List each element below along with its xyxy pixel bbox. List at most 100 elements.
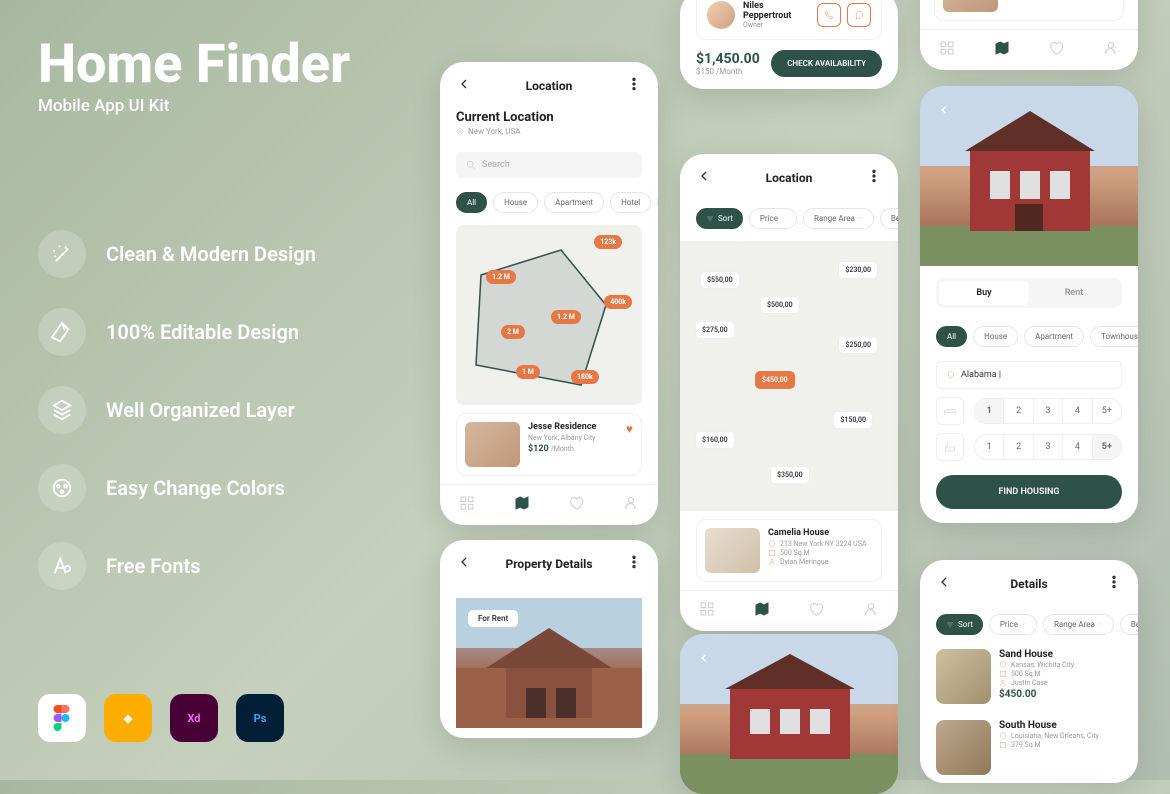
- filter-price[interactable]: Price: [989, 614, 1037, 635]
- map-pin[interactable]: 1.2 M: [486, 270, 516, 284]
- back-button[interactable]: [932, 98, 956, 122]
- price-marker[interactable]: $160,00: [695, 431, 735, 449]
- nav-home-icon[interactable]: [699, 601, 715, 621]
- bottom-nav: [920, 29, 1138, 70]
- map-pin[interactable]: 2 M: [501, 325, 525, 339]
- map-pin[interactable]: 1.2 M: [551, 310, 581, 324]
- toggle-buy[interactable]: Buy: [939, 281, 1029, 305]
- map-view[interactable]: $550,00 $230,00 $500,00 $275,00 $250,00 …: [680, 241, 898, 511]
- num-option[interactable]: 5+: [1093, 435, 1121, 459]
- chip-house[interactable]: House: [973, 326, 1018, 347]
- back-button[interactable]: [456, 554, 472, 574]
- num-option[interactable]: 1: [975, 435, 1004, 459]
- property-card[interactable]: Jesse Residence New York, Albany City $1…: [456, 413, 642, 476]
- nav-profile-icon[interactable]: [623, 495, 639, 515]
- num-option[interactable]: 4: [1063, 435, 1092, 459]
- price-marker[interactable]: $230,00: [838, 261, 878, 279]
- property-location: New York, Albany City: [528, 434, 618, 442]
- filter-range[interactable]: Range Area: [803, 208, 874, 229]
- nav-map-icon[interactable]: [994, 40, 1010, 60]
- price-marker[interactable]: $500,00: [760, 296, 800, 314]
- chip-apartment[interactable]: Apartment: [1024, 326, 1084, 347]
- hero-subtitle: Mobile App UI Kit: [38, 96, 350, 116]
- back-button[interactable]: [936, 574, 952, 594]
- favorite-icon[interactable]: ♥: [626, 422, 633, 467]
- price-marker[interactable]: $150,00: [833, 411, 873, 429]
- price-marker[interactable]: $550,00: [700, 271, 740, 289]
- num-option[interactable]: 1: [975, 399, 1004, 423]
- location-input[interactable]: Alabama |: [936, 361, 1122, 389]
- map-pin[interactable]: 1 M: [516, 365, 540, 379]
- property-thumbnail: [936, 720, 991, 775]
- chip-all[interactable]: All: [936, 326, 967, 347]
- num-option[interactable]: 2: [1004, 399, 1033, 423]
- category-chips: All House Apartment Hotel Condo: [440, 186, 658, 219]
- list-item[interactable]: Sand House Kansas, Wichita City 500 Sq.M…: [920, 641, 1138, 712]
- more-button[interactable]: [866, 168, 882, 188]
- num-option[interactable]: 3: [1034, 399, 1063, 423]
- property-card[interactable]: Camelia House 213 New York NY 3224 USA 5…: [696, 519, 882, 582]
- screen-title: Details: [1010, 577, 1047, 591]
- filter-bedroom[interactable]: Bedroom: [880, 208, 898, 229]
- num-option[interactable]: 2: [1004, 435, 1033, 459]
- screen-title: Location: [766, 171, 813, 185]
- filter-range[interactable]: Range Area: [1043, 614, 1114, 635]
- nav-profile-icon[interactable]: [1103, 40, 1119, 60]
- property-card[interactable]: New York, Albany City $120 /Month ♥: [934, 0, 1124, 21]
- screen-title: Location: [526, 79, 573, 93]
- owner-card[interactable]: Niles Peppertrout Owner: [696, 0, 882, 40]
- nav-profile-icon[interactable]: [863, 601, 879, 621]
- more-button[interactable]: [1106, 574, 1122, 594]
- back-button[interactable]: [696, 168, 712, 188]
- find-housing-button[interactable]: FIND HOUSING: [936, 475, 1122, 509]
- map-pin[interactable]: 400k: [604, 295, 632, 309]
- feature-item: Well Organized Layer: [38, 386, 316, 434]
- toggle-rent[interactable]: Rent: [1029, 281, 1119, 305]
- nav-heart-icon[interactable]: [1048, 40, 1064, 60]
- more-button[interactable]: [626, 76, 642, 96]
- nav-heart-icon[interactable]: [808, 601, 824, 621]
- screen-house-hero-2: [680, 634, 898, 794]
- filter-price[interactable]: Price: [749, 208, 797, 229]
- list-item[interactable]: South House Louisiana, New Orleans, City…: [920, 712, 1138, 783]
- search-input[interactable]: Search: [456, 152, 642, 178]
- chip-hotel[interactable]: Hotel: [610, 192, 651, 213]
- chip-condo[interactable]: Condo: [657, 192, 658, 213]
- nav-home-icon[interactable]: [459, 495, 475, 515]
- favorite-icon[interactable]: ♥: [1108, 0, 1115, 12]
- nav-map-icon[interactable]: [514, 495, 530, 515]
- nav-heart-icon[interactable]: [568, 495, 584, 515]
- filter-bedroom[interactable]: Bedroom: [1120, 614, 1138, 635]
- more-button[interactable]: [626, 554, 642, 574]
- num-option[interactable]: 5+: [1093, 399, 1121, 423]
- property-thumbnail: [936, 649, 991, 704]
- chip-house[interactable]: House: [493, 192, 538, 213]
- property-thumbnail: [465, 422, 520, 467]
- chip-townhouse[interactable]: Townhouse: [1090, 326, 1138, 347]
- sort-button[interactable]: Sort: [696, 208, 743, 229]
- price-marker[interactable]: $350,00: [770, 466, 810, 484]
- wand-icon: [38, 230, 86, 278]
- map-view[interactable]: 1.2 M 1.2 M 2 M 1 M 123k 400k 180k: [456, 225, 642, 405]
- num-option[interactable]: 4: [1063, 399, 1092, 423]
- price-marker[interactable]: $275,00: [695, 321, 735, 339]
- screen-availability: Niles Peppertrout Owner $1,450.00 $150 /…: [680, 0, 898, 89]
- screen-title: Property Details: [505, 557, 592, 571]
- chip-all[interactable]: All: [456, 192, 487, 213]
- check-availability-button[interactable]: CHECK AVAILABILITY: [771, 50, 882, 77]
- num-option[interactable]: 3: [1034, 435, 1063, 459]
- chat-button[interactable]: [847, 3, 871, 27]
- sort-button[interactable]: Sort: [936, 614, 983, 635]
- back-button[interactable]: [456, 76, 472, 96]
- back-button[interactable]: [692, 646, 716, 670]
- price-marker-active[interactable]: $450,00: [755, 371, 795, 389]
- price-marker[interactable]: $250,00: [838, 336, 878, 354]
- chip-apartment[interactable]: Apartment: [544, 192, 604, 213]
- call-button[interactable]: [817, 3, 841, 27]
- nav-map-icon[interactable]: [754, 601, 770, 621]
- nav-home-icon[interactable]: [939, 40, 955, 60]
- buy-rent-toggle: Buy Rent: [936, 278, 1122, 308]
- map-pin[interactable]: 180k: [571, 370, 599, 384]
- map-pin[interactable]: 123k: [594, 235, 622, 249]
- palette-icon: [38, 464, 86, 512]
